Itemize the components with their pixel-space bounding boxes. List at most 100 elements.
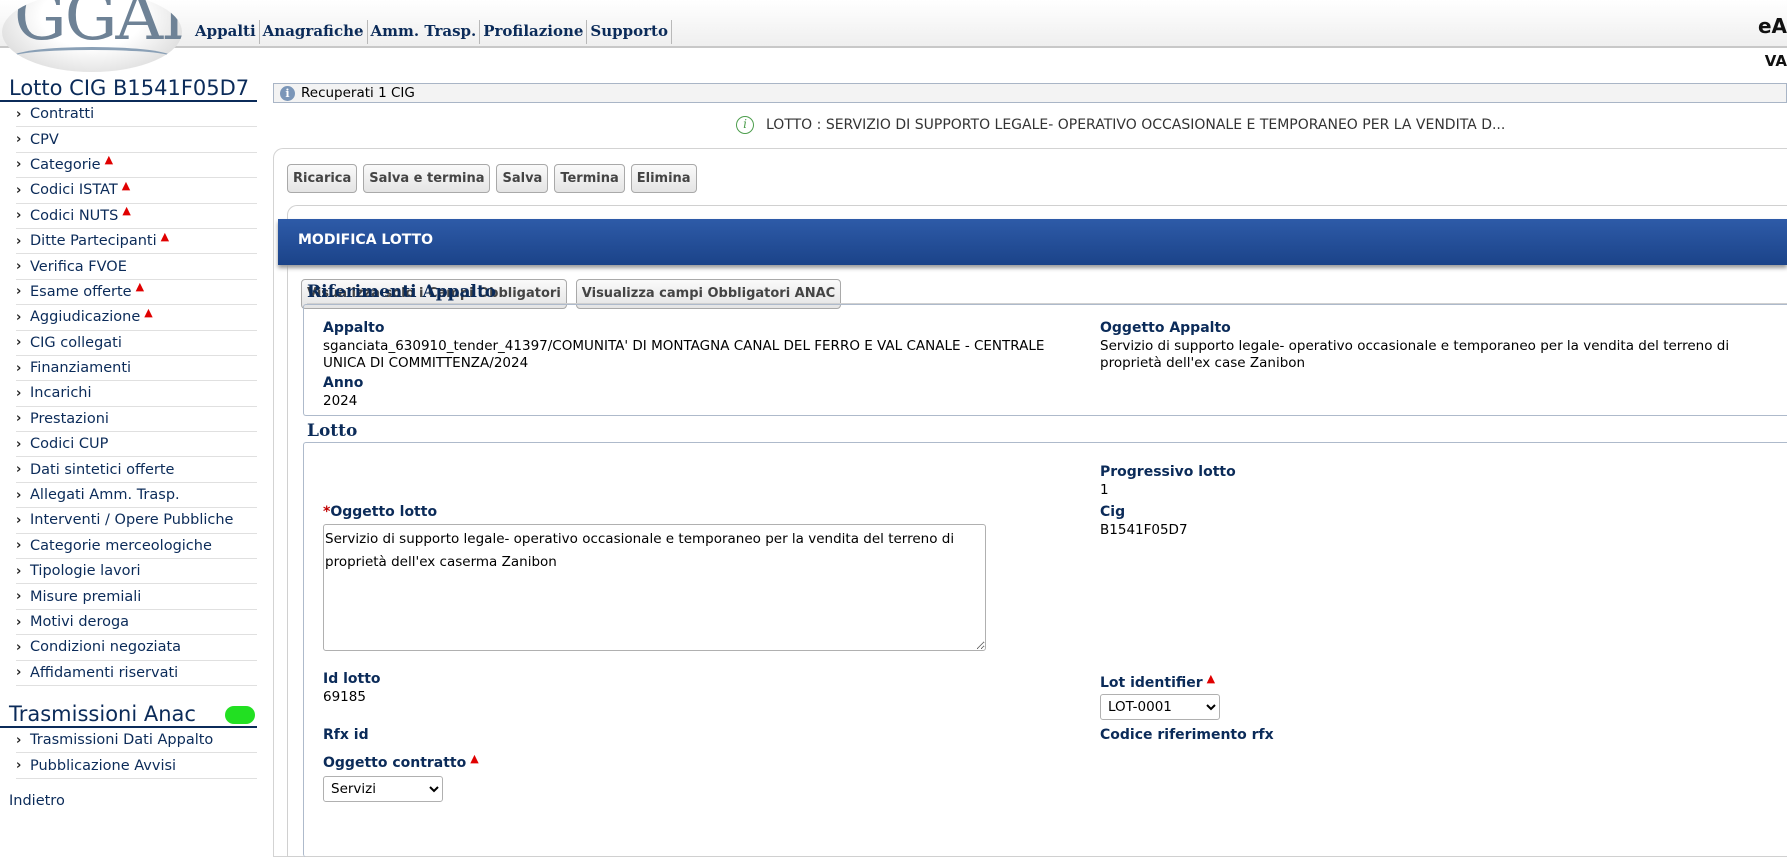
chevron-right-icon: › bbox=[16, 411, 22, 427]
sidebar-item[interactable]: › Motivi deroga bbox=[16, 610, 257, 636]
chevron-right-icon: › bbox=[16, 758, 22, 774]
sidebar-item[interactable]: › Tipologie lavori bbox=[16, 559, 257, 585]
ricarica-button[interactable]: Ricarica bbox=[287, 164, 358, 193]
sidebar-item[interactable]: › Esame offerte ▲ bbox=[16, 280, 257, 306]
salva-button[interactable]: Salva bbox=[496, 164, 549, 193]
elimina-button[interactable]: Elimina bbox=[630, 164, 697, 193]
sidebar-item[interactable]: › Categorie ▲ bbox=[16, 153, 257, 179]
sidebar-item-label: Trasmissioni Dati Appalto bbox=[30, 732, 214, 749]
oggetto-contratto-label: Oggetto contratto ▲ bbox=[323, 752, 479, 771]
warning-icon: ▲ bbox=[144, 305, 153, 319]
chevron-right-icon: › bbox=[16, 487, 22, 503]
sidebar-item-label: Pubblicazione Avvisi bbox=[30, 757, 177, 774]
lotto-message: i LOTTO : SERVIZIO DI SUPPORTO LEGALE- O… bbox=[736, 116, 1505, 134]
chevron-right-icon: › bbox=[16, 563, 22, 579]
sidebar-item-label: Dati sintetici offerte bbox=[30, 461, 175, 478]
appalto-value: sganciata_630910_tender_41397/COMUNITA' … bbox=[323, 338, 1045, 371]
cig-value: B1541F05D7 bbox=[1100, 522, 1188, 538]
section-title-lotto: Lotto bbox=[307, 421, 1787, 443]
sidebar-item-label: Categorie merceologiche bbox=[30, 537, 212, 554]
warning-icon: ▲ bbox=[160, 229, 170, 243]
codice-riferimento-rfx-label: Codice riferimento rfx bbox=[1100, 727, 1274, 743]
oggetto-appalto-label: Oggetto Appalto bbox=[1100, 320, 1231, 336]
nav-amm-trasp[interactable]: Amm. Trasp. bbox=[368, 20, 481, 44]
termina-button[interactable]: Termina bbox=[554, 164, 625, 193]
chevron-right-icon: › bbox=[16, 106, 22, 122]
sidebar-item-label: CPV bbox=[30, 131, 59, 148]
sidebar-item-label: Interventi / Opere Pubbliche bbox=[30, 512, 234, 529]
sidebar-item[interactable]: › CIG collegati bbox=[16, 331, 257, 356]
sidebar-item-label: Motivi deroga bbox=[30, 614, 130, 630]
sidebar-item-label: Misure premiali bbox=[30, 588, 142, 605]
sidebar-item-label: Condizioni negoziata bbox=[30, 639, 182, 656]
oggetto-appalto-value: Servizio di supporto legale- operativo o… bbox=[1100, 338, 1730, 371]
chevron-right-icon: › bbox=[16, 462, 22, 478]
sidebar-item-label: Codici ISTAT bbox=[30, 182, 118, 199]
sidebar-item-label: Tipologie lavori bbox=[30, 563, 141, 580]
logo-registered-mark: ® bbox=[162, 0, 172, 3]
lot-identifier-label-text: Lot identifier bbox=[1100, 675, 1203, 691]
anno-label: Anno bbox=[323, 375, 364, 391]
top-header: GGAP ® Appalti Anagrafiche Amm. Trasp. P… bbox=[0, 0, 1787, 72]
sidebar-item[interactable]: › Aggiudicazione ▲ bbox=[16, 305, 257, 331]
sidebar-item-label: Contratti bbox=[30, 106, 95, 123]
sidebar-item[interactable]: › Pubblicazione Avvisi bbox=[16, 753, 257, 779]
oggetto-contratto-label-text: Oggetto contratto bbox=[323, 755, 467, 771]
sidebar-item[interactable]: › Dati sintetici offerte bbox=[16, 457, 257, 483]
nav-profilazione[interactable]: Profilazione bbox=[480, 20, 588, 44]
sidebar-item[interactable]: › Finanziamenti bbox=[16, 356, 257, 382]
sidebar-item-label: Aggiudicazione bbox=[30, 309, 141, 326]
sidebar-item-label: Verifica FVOE bbox=[30, 258, 127, 275]
chevron-right-icon: › bbox=[16, 132, 22, 148]
salva-e-termina-button[interactable]: Salva e termina bbox=[363, 164, 491, 193]
sidebar-item[interactable]: › CPV bbox=[16, 127, 257, 153]
warning-icon: ▲ bbox=[1206, 672, 1216, 685]
sidebar-menu: › Contratti › CPV › Categorie ▲ › Codici ISTAT ▲ ›… bbox=[16, 102, 257, 686]
info-circle-icon: i bbox=[736, 116, 754, 134]
ggap-logo[interactable]: GGAP ® bbox=[2, 0, 182, 72]
chevron-right-icon: › bbox=[16, 335, 22, 351]
toolbar: Ricarica Salva e termina Salva Termina E… bbox=[287, 164, 697, 193]
sidebar-item[interactable]: › Misure premiali bbox=[16, 584, 257, 610]
oggetto-lotto-label: *Oggetto lotto bbox=[323, 504, 437, 520]
sidebar-item[interactable]: › Affidamenti riservati bbox=[16, 661, 257, 686]
status-indicator bbox=[225, 705, 255, 724]
sidebar-item-label: Prestazioni bbox=[30, 410, 109, 427]
chevron-right-icon: › bbox=[16, 233, 22, 249]
sidebar-item[interactable]: › Verifica FVOE bbox=[16, 254, 257, 280]
sidebar-item[interactable]: › Categorie merceologiche bbox=[16, 534, 257, 560]
nav-anagrafiche[interactable]: Anagrafiche bbox=[260, 20, 368, 44]
lot-identifier-select[interactable]: LOT-0001 bbox=[1100, 694, 1220, 720]
chevron-right-icon: › bbox=[16, 157, 22, 173]
sidebar-item[interactable]: › Condizioni negoziata bbox=[16, 635, 257, 661]
chevron-right-icon: › bbox=[16, 309, 22, 325]
nav-appalti[interactable]: Appalti bbox=[192, 20, 260, 44]
sidebar-item[interactable]: › Allegati Amm. Trasp. bbox=[16, 483, 257, 509]
sidebar-item[interactable]: › Incarichi bbox=[16, 381, 257, 407]
chevron-right-icon: › bbox=[16, 665, 22, 681]
oggetto-lotto-textarea[interactable]: Servizio di supporto legale- operativo o… bbox=[323, 524, 986, 651]
lotto-message-text: LOTTO : SERVIZIO DI SUPPORTO LEGALE- OPE… bbox=[766, 117, 1506, 133]
top-nav: Appalti Anagrafiche Amm. Trasp. Profilaz… bbox=[192, 20, 672, 44]
sidebar-item[interactable]: › Codici ISTAT ▲ bbox=[16, 178, 257, 204]
chevron-right-icon: › bbox=[16, 732, 22, 748]
sidebar-item[interactable]: › Ditte Partecipanti ▲ bbox=[16, 229, 257, 255]
progressivo-lotto-label: Progressivo lotto bbox=[1100, 464, 1236, 480]
sidebar-item-label: CIG collegati bbox=[30, 334, 122, 351]
oggetto-contratto-select[interactable]: Servizi bbox=[323, 776, 443, 802]
rfx-id-label: Rfx id bbox=[323, 727, 369, 743]
sidebar-item[interactable]: › Contratti bbox=[16, 102, 257, 128]
sidebar-item[interactable]: › Codici NUTS ▲ bbox=[16, 204, 257, 229]
sidebar-item[interactable]: › Interventi / Opere Pubbliche bbox=[16, 508, 257, 534]
back-link[interactable]: Indietro bbox=[0, 793, 265, 809]
id-lotto-label: Id lotto bbox=[323, 671, 381, 687]
sidebar-item[interactable]: › Prestazioni bbox=[16, 407, 257, 433]
main-content: i Recuperati 1 CIG i LOTTO : SERVIZIO DI… bbox=[273, 80, 1787, 857]
nav-supporto[interactable]: Supporto bbox=[587, 20, 672, 44]
sidebar-item[interactable]: › Codici CUP bbox=[16, 432, 257, 458]
trasmissioni-title-text: Trasmissioni Anac bbox=[9, 701, 196, 726]
sidebar-item[interactable]: › Trasmissioni Dati Appalto bbox=[16, 728, 257, 754]
sidebar-item-label: Finanziamenti bbox=[30, 360, 132, 377]
chevron-right-icon: › bbox=[16, 589, 22, 605]
sidebar-item-label: Codici NUTS bbox=[30, 207, 119, 224]
